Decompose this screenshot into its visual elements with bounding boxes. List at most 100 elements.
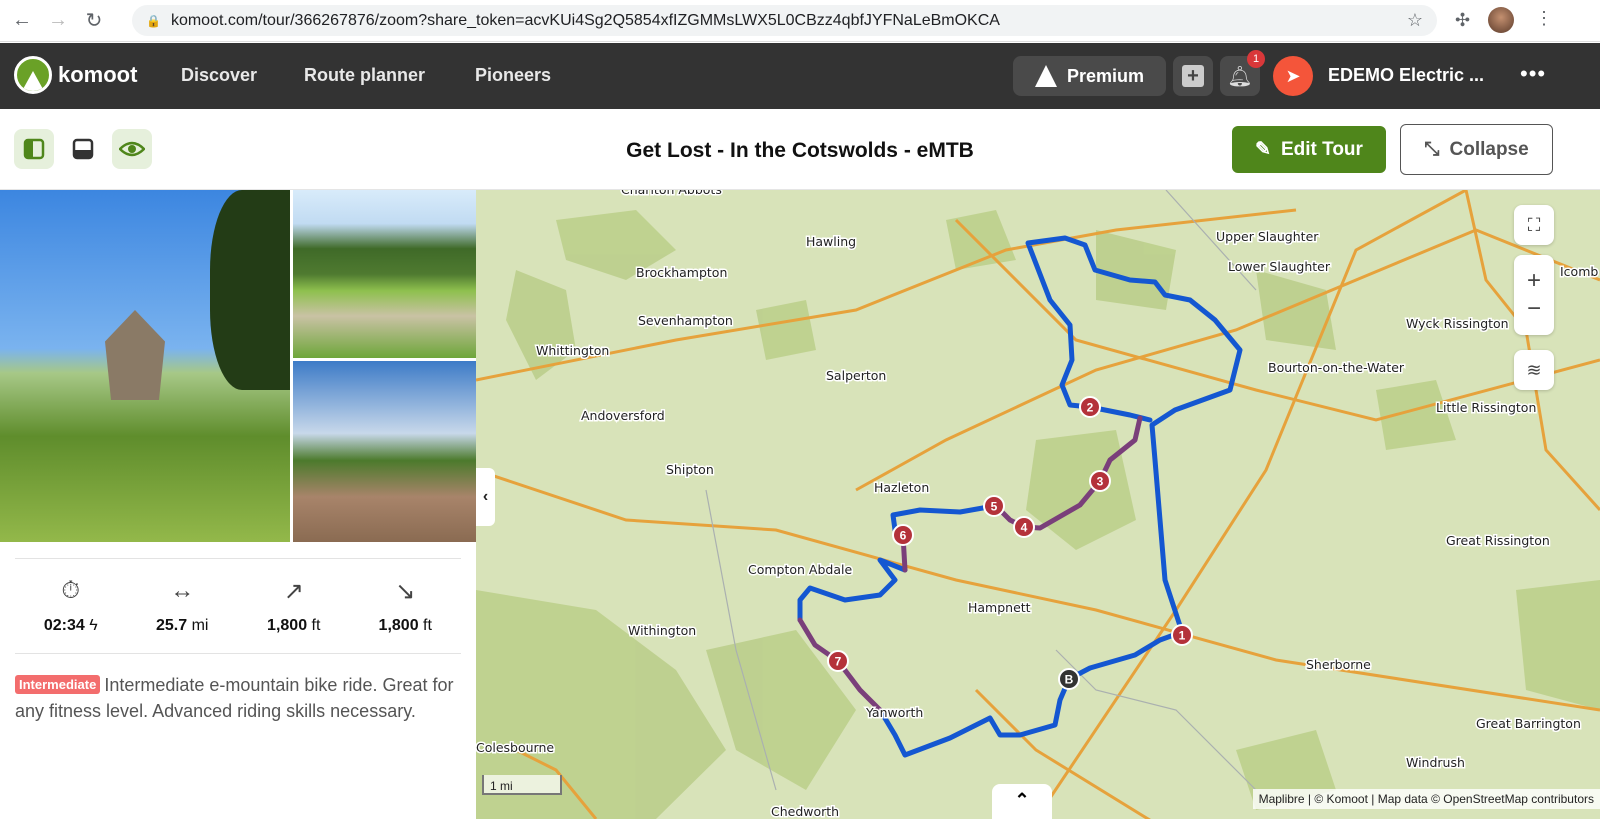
tour-toolbar: Get Lost - In the Cotswolds - eMTB ✎ Edit… [0, 109, 1600, 190]
place-label: Sevenhampton [638, 313, 733, 328]
svg-text:B: B [1065, 673, 1074, 687]
plus-icon: + [1182, 65, 1204, 87]
back-button[interactable]: ← [8, 7, 36, 35]
tour-stats: ⏱︎ 02:34 ϟ ↔ 25.7 mi ↗ 1,800 ft ↘ 1,800 ft [15, 558, 461, 654]
distance-icon: ↔ [170, 577, 195, 604]
brand-name: komoot [58, 62, 138, 87]
map-scale: 1 mi [482, 775, 562, 795]
place-label: Windrush [1406, 755, 1465, 770]
waypoint-marker[interactable]: 7 [827, 650, 849, 672]
map[interactable]: Charlton Abbots Hawling Brockhampton Sevenh… [476, 190, 1600, 819]
lock-icon: 🔒 [146, 13, 161, 28]
place-label: Little Rissington [1436, 400, 1536, 415]
svg-text:7: 7 [835, 655, 842, 669]
stat-duration: ⏱︎ 02:34 ϟ [15, 559, 127, 653]
downhill-value: 1,800 [378, 617, 419, 634]
place-label: Hazleton [874, 480, 929, 495]
place-label: Great Barrington [1476, 716, 1581, 731]
extensions-icon[interactable]: ✣ [1455, 10, 1470, 31]
map-attribution[interactable]: Maplibre | © Komoot | Map data © OpenStr… [1252, 789, 1600, 809]
nav-route-planner[interactable]: Route planner [304, 65, 425, 86]
svg-text:6: 6 [900, 529, 907, 543]
premium-button[interactable]: Premium [1013, 56, 1166, 96]
forward-button[interactable]: → [44, 7, 72, 35]
downhill-icon: ↘ [395, 578, 416, 605]
reload-button[interactable]: ↻ [80, 7, 108, 35]
chevron-up-icon: ⌃ [1014, 790, 1030, 810]
uphill-icon: ↗ [283, 578, 304, 605]
place-label: Great Rissington [1446, 533, 1550, 548]
place-label: Bourton-on-the-Water [1268, 360, 1405, 375]
browser-toolbar: ← → ↻ 🔒 komoot.com/tour/366267876/zoom?sh… [0, 0, 1600, 42]
zoom-controls: + − [1514, 255, 1554, 335]
e-bike-icon: ϟ [89, 617, 98, 634]
edit-tour-button[interactable]: ✎ Edit Tour [1232, 126, 1386, 173]
nav-pioneers[interactable]: Pioneers [475, 65, 551, 86]
bell-icon: 🔔︎ [1227, 65, 1253, 88]
user-avatar[interactable]: ➤ [1273, 56, 1313, 96]
bookmark-star-icon[interactable]: ☆ [1407, 10, 1423, 31]
browser-menu-icon[interactable]: ⋮ [1535, 8, 1553, 29]
route-line[interactable] [797, 235, 1243, 758]
uphill-unit: ft [311, 617, 321, 634]
app-header: komoot Discover Route planner Pioneers P… [0, 43, 1600, 109]
nav-discover[interactable]: Discover [181, 65, 257, 86]
tour-photo-3[interactable] [293, 361, 476, 542]
stat-downhill: ↘ 1,800 ft [350, 559, 462, 653]
place-label: Charlton Abbots [621, 190, 722, 197]
url-text: komoot.com/tour/366267876/zoom?share_tok… [170, 11, 1000, 29]
svg-text:1: 1 [1179, 629, 1186, 643]
svg-text:3: 3 [1097, 475, 1104, 489]
collapse-button[interactable]: ⤡ Collapse [1400, 124, 1553, 175]
layers-icon: ≋ [1526, 359, 1542, 380]
collapse-label: Collapse [1449, 138, 1529, 160]
map-canvas[interactable]: Charlton Abbots Hawling Brockhampton Sevenh… [476, 190, 1600, 819]
tour-photo-main[interactable] [0, 190, 290, 542]
waypoint-marker[interactable]: 6 [892, 524, 914, 546]
place-label: Sherborne [1306, 657, 1371, 672]
navigation-arrow-icon: ➤ [1285, 65, 1301, 86]
pencil-icon: ✎ [1255, 139, 1271, 160]
map-layers-button[interactable]: ≋ [1514, 350, 1554, 390]
svg-text:5: 5 [991, 500, 998, 514]
add-button[interactable]: + [1173, 56, 1213, 96]
distance-value: 25.7 [156, 617, 188, 634]
user-name[interactable]: EDEMO Electric ... [1328, 65, 1484, 86]
zoom-in-button[interactable]: + [1527, 267, 1541, 295]
place-label: Compton Abdale [748, 562, 852, 577]
profile-avatar[interactable] [1488, 7, 1514, 33]
downhill-unit: ft [423, 617, 432, 634]
premium-label: Premium [1066, 65, 1145, 86]
waypoint-marker[interactable]: 2 [1079, 396, 1101, 418]
stopwatch-icon: ⏱︎ [61, 577, 81, 604]
waypoint-marker[interactable]: 4 [1013, 516, 1035, 538]
expand-bottom-panel-button[interactable]: ⌃ [992, 784, 1052, 819]
place-label: Hawling [806, 234, 856, 249]
waypoint-marker[interactable]: 3 [1089, 470, 1111, 492]
difficulty-badge: Intermediate [15, 675, 101, 694]
place-label: Chedworth [771, 804, 839, 819]
more-menu-button[interactable]: ••• [1520, 61, 1546, 87]
address-bar[interactable]: 🔒 komoot.com/tour/366267876/zoom?share_to… [132, 5, 1437, 36]
tour-description: Intermediate Intermediate e-mountain bike… [15, 672, 460, 724]
tour-sidebar: ⏱︎ 02:34 ϟ ↔ 25.7 mi ↗ 1,800 ft ↘ 1,800 ft I… [0, 190, 476, 819]
stat-uphill: ↗ 1,800 ft [238, 559, 350, 653]
place-label: Icomb [1560, 264, 1598, 279]
waypoint-markers: 1 2 3 4 5 6 7 B [827, 396, 1193, 690]
place-label: Upper Slaughter [1216, 229, 1319, 244]
notification-badge: 1 [1247, 50, 1265, 68]
recenter-button[interactable]: ⛶ [1514, 205, 1554, 245]
start-marker[interactable]: B [1058, 668, 1080, 690]
tour-photo-2[interactable] [293, 190, 476, 358]
waypoint-marker[interactable]: 5 [983, 495, 1005, 517]
place-label: Lower Slaughter [1228, 259, 1331, 274]
place-label: Wyck Rissington [1406, 316, 1509, 331]
collapse-sidebar-tab[interactable]: ‹ [476, 468, 495, 526]
place-label: Brockhampton [636, 265, 727, 280]
waypoint-marker[interactable]: 1 [1171, 624, 1193, 646]
logo-mark-icon [14, 56, 52, 94]
chevron-left-icon: ‹ [482, 488, 489, 505]
edit-tour-label: Edit Tour [1280, 138, 1363, 160]
zoom-out-button[interactable]: − [1527, 295, 1541, 323]
komoot-logo[interactable]: komoot [14, 56, 137, 94]
